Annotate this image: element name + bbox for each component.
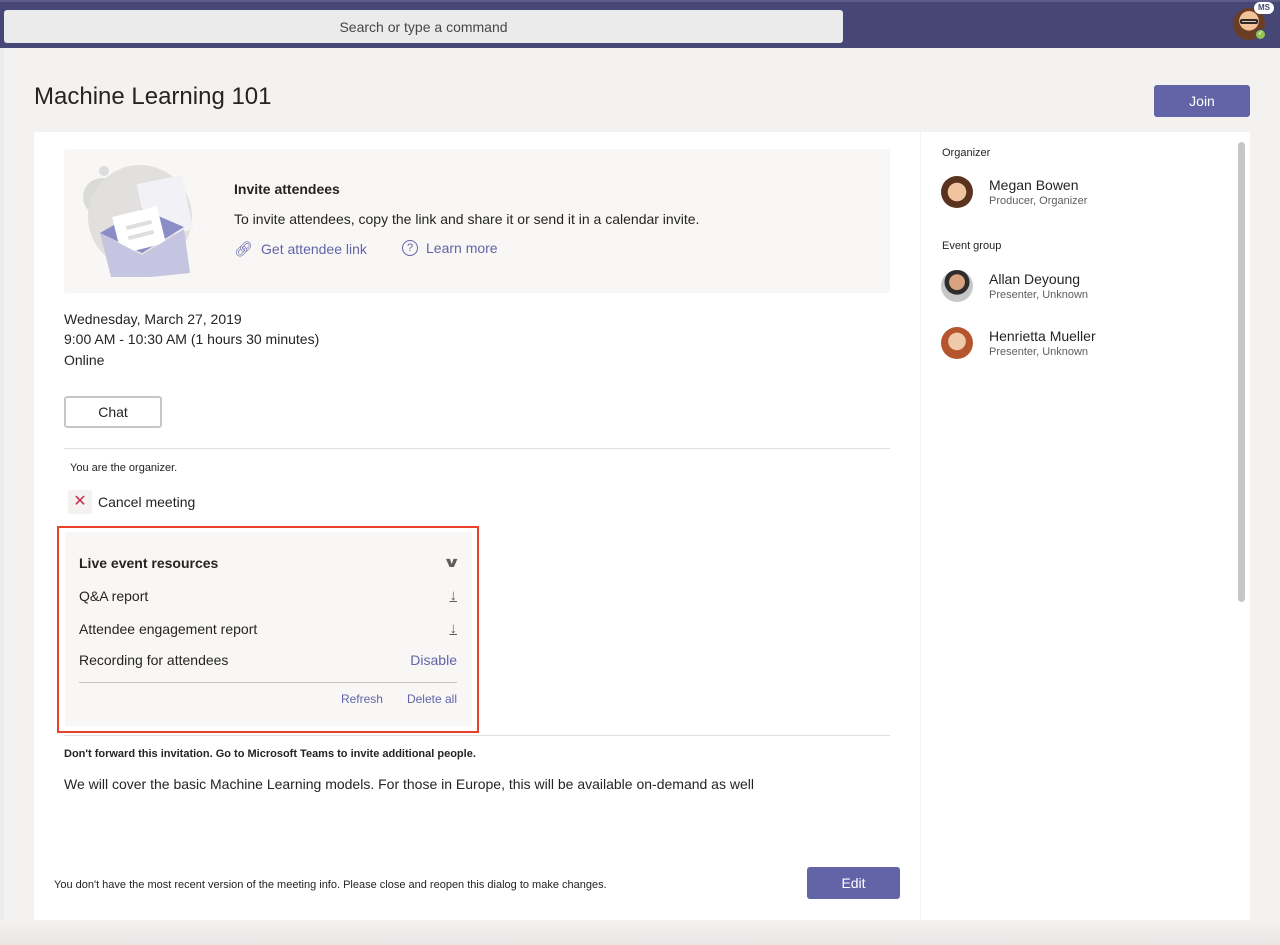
invite-attendees-card: Invite attendees To invite attendees, co…: [64, 149, 890, 293]
stale-info-note: You don't have the most recent version o…: [54, 879, 607, 891]
link-icon: 🔗︎: [234, 241, 254, 258]
refresh-link[interactable]: Refresh: [341, 692, 383, 706]
presence-available-icon: ✓: [1255, 29, 1266, 40]
meeting-details-panel: Invite attendees To invite attendees, co…: [34, 132, 920, 920]
organizer-note: You are the organizer.: [70, 462, 178, 474]
divider: [64, 448, 890, 449]
recording-for-attendees-row: Recording for attendees Disable: [79, 652, 457, 668]
resource-actions: Refresh Delete all: [341, 692, 457, 706]
avatar: [941, 176, 973, 208]
download-icon[interactable]: ↓: [450, 587, 458, 604]
meeting-time: 9:00 AM - 10:30 AM (1 hours 30 minutes): [64, 331, 320, 347]
person-organizer[interactable]: Megan Bowen Producer, Organizer: [941, 176, 1087, 208]
divider: [79, 682, 457, 683]
window-bottom: [0, 920, 1280, 945]
qa-report-row: Q&A report ↓: [79, 587, 457, 604]
cancel-meeting-label: Cancel meeting: [98, 494, 196, 510]
organizer-section-label: Organizer: [942, 147, 991, 159]
person-role: Producer, Organizer: [989, 195, 1088, 207]
learn-more-label: Learn more: [426, 240, 498, 256]
search-input[interactable]: Search or type a command: [4, 10, 843, 43]
live-event-resources-title: Live event resources: [79, 554, 219, 571]
chevron-down-icon[interactable]: ∨: [442, 554, 460, 571]
person-name: Megan Bowen: [989, 177, 1079, 193]
join-button[interactable]: Join: [1154, 85, 1250, 117]
meeting-date: Wednesday, March 27, 2019: [64, 311, 242, 327]
disable-recording-link[interactable]: Disable: [410, 652, 457, 668]
live-event-resources-header[interactable]: Live event resources ∨: [79, 554, 460, 571]
avatar: [941, 327, 973, 359]
person-presenter[interactable]: Allan Deyoung Presenter, Unknown: [941, 270, 1088, 302]
user-initials-badge: MS: [1254, 2, 1274, 14]
download-icon[interactable]: ↓: [450, 620, 458, 637]
get-attendee-link[interactable]: 🔗︎ Get attendee link: [234, 240, 367, 258]
meeting-location: Online: [64, 352, 105, 368]
live-event-resources: Live event resources ∨ Q&A report ↓ Atte…: [65, 532, 472, 726]
meeting-description: We will cover the basic Machine Learning…: [64, 776, 754, 792]
person-presenter[interactable]: Henrietta Mueller Presenter, Unknown: [941, 327, 1096, 359]
event-group-section-label: Event group: [942, 240, 1002, 252]
invite-title: Invite attendees: [234, 181, 340, 197]
attendee-engagement-report-label: Attendee engagement report: [79, 620, 258, 637]
get-attendee-link-label: Get attendee link: [261, 241, 367, 257]
close-icon: ✕: [68, 490, 92, 514]
app-rail-edge: [0, 48, 4, 945]
qa-report-label: Q&A report: [79, 587, 149, 604]
edit-button[interactable]: Edit: [807, 867, 900, 899]
person-name: Henrietta Mueller: [989, 328, 1096, 344]
scrollbar[interactable]: [1238, 142, 1245, 602]
envelope-illustration-icon: [83, 165, 194, 277]
person-name: Allan Deyoung: [989, 271, 1081, 287]
people-panel: Organizer Megan Bowen Producer, Organize…: [921, 132, 1250, 920]
avatar: [941, 270, 973, 302]
avatar-glasses: [1240, 19, 1258, 24]
attendee-engagement-report-row: Attendee engagement report ↓: [79, 620, 457, 637]
top-bar: Search or type a command: [0, 0, 1280, 48]
page-title: Machine Learning 101: [34, 83, 272, 110]
delete-all-link[interactable]: Delete all: [407, 692, 457, 706]
divider: [64, 735, 890, 736]
learn-more-link[interactable]: ? Learn more: [402, 240, 498, 256]
forward-warning: Don't forward this invitation. Go to Mic…: [64, 748, 476, 760]
help-circle-icon: ?: [402, 240, 418, 256]
invite-description: To invite attendees, copy the link and s…: [234, 211, 700, 227]
cancel-meeting-button[interactable]: ✕ Cancel meeting: [68, 490, 195, 514]
chat-button[interactable]: Chat: [64, 396, 162, 428]
person-role: Presenter, Unknown: [989, 289, 1089, 301]
person-role: Presenter, Unknown: [989, 346, 1089, 358]
recording-for-attendees-label: Recording for attendees: [79, 652, 229, 668]
